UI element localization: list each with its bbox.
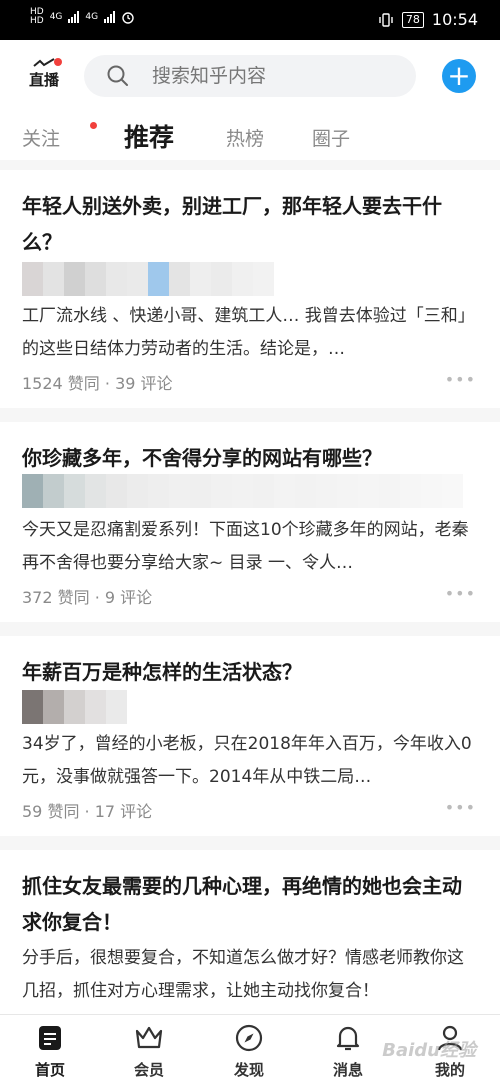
crown-icon <box>135 1026 163 1049</box>
app-header: 直播 + 关注 推荐 热榜 圈子 <box>0 40 500 160</box>
clock: 10:54 <box>431 10 478 29</box>
more-options-icon[interactable]: ••• <box>445 370 476 389</box>
live-tv-icon <box>33 58 55 67</box>
plus-icon: + <box>447 59 471 92</box>
nav-home-label: 首页 <box>34 1061 65 1079</box>
feed-card[interactable]: 你珍藏多年，不舍得分享的网站有哪些？ 今天又是忍痛割爱系列！下面这10个珍藏多年… <box>0 422 500 622</box>
live-notification-dot <box>54 58 62 66</box>
card-title[interactable]: 年轻人别送外卖，别进工厂，那年轻人要去干什么？ <box>22 188 480 260</box>
card-meta: 372 赞同 · 9 评论 <box>22 588 153 607</box>
tab-recommend[interactable]: 推荐 <box>124 118 174 154</box>
card-excerpt: 34岁了，曾经的小老板，只在2018年年入百万，今年收入0元，没事做就强答一下。… <box>22 734 472 787</box>
nav-home[interactable]: 首页 <box>20 1023 80 1080</box>
network-label-1: 4G <box>49 12 63 22</box>
card-meta: 1524 赞同 · 39 评论 <box>22 374 173 393</box>
vibrate-icon <box>379 12 393 27</box>
tab-hot-list[interactable]: 热榜 <box>226 124 264 151</box>
add-button[interactable]: + <box>442 59 476 93</box>
card-title[interactable]: 抓住女友最需要的几种心理，再绝情的她也会主动求你复合！ <box>22 868 480 940</box>
feed-tabs: 关注 推荐 热榜 圈子 <box>0 118 500 158</box>
search-bar[interactable] <box>84 55 416 97</box>
nav-discover-label: 发现 <box>233 1061 264 1079</box>
card-title[interactable]: 你珍藏多年，不舍得分享的网站有哪些？ <box>22 440 480 476</box>
tab-circles[interactable]: 圈子 <box>312 124 350 151</box>
live-button[interactable]: 直播 <box>24 58 64 98</box>
nav-vip[interactable]: 会员 <box>119 1023 179 1080</box>
network-label-2: 4G <box>85 12 99 22</box>
card-excerpt: 工厂流水线 、快递小哥、建筑工人… 我曾去体验过「三和」的这些日结体力劳动者的生… <box>22 306 475 359</box>
status-bar: HD HD 4G 4G 78 10:54 <box>0 0 500 40</box>
nav-messages[interactable]: 消息 <box>318 1023 378 1080</box>
author-info-blurred <box>22 474 463 508</box>
card-title[interactable]: 年薪百万是种怎样的生活状态？ <box>22 654 480 690</box>
bell-icon <box>336 1026 360 1051</box>
home-icon <box>39 1026 61 1050</box>
status-network-group: HD HD 4G 4G <box>30 8 135 26</box>
search-icon <box>107 65 128 86</box>
card-meta: 59 赞同 · 17 评论 <box>22 802 153 821</box>
watermark: Baidu经验 <box>382 1040 476 1061</box>
tab-follow-dot <box>90 122 97 129</box>
alarm-icon <box>122 12 134 24</box>
feed-card[interactable]: 年轻人别送外卖，别进工厂，那年轻人要去干什么？ 工厂流水线 、快递小哥、建筑工人… <box>0 170 500 408</box>
compass-icon <box>235 1024 263 1052</box>
card-excerpt: 分手后，很想要复合，不知道怎么做才好？情感老师教你这几招，抓住对方心理需求，让她… <box>22 948 464 1001</box>
battery-indicator: 78 <box>401 11 424 28</box>
signal-icon-2 <box>104 11 116 23</box>
more-options-icon[interactable]: ••• <box>445 798 476 817</box>
live-label: 直播 <box>28 71 59 89</box>
hd-badge-2: HD <box>30 16 44 26</box>
search-input[interactable] <box>152 65 392 87</box>
tab-follow[interactable]: 关注 <box>22 124 60 151</box>
card-excerpt: 今天又是忍痛割爱系列！下面这10个珍藏多年的网站，老秦再不舍得也要分享给大家~ … <box>22 520 469 573</box>
nav-vip-label: 会员 <box>133 1061 164 1079</box>
signal-icon-1 <box>68 11 80 23</box>
nav-profile-label: 我的 <box>434 1061 465 1079</box>
nav-messages-label: 消息 <box>332 1061 363 1079</box>
status-right-group: 78 10:54 <box>378 10 478 29</box>
author-info-blurred <box>22 262 274 296</box>
feed-card[interactable]: 抓住女友最需要的几种心理，再绝情的她也会主动求你复合！ 分手后，很想要复合，不知… <box>0 850 500 1014</box>
more-options-icon[interactable]: ••• <box>445 584 476 603</box>
feed-card[interactable]: 年薪百万是种怎样的生活状态？ 34岁了，曾经的小老板，只在2018年年入百万，今… <box>0 636 500 836</box>
author-info-blurred <box>22 690 127 724</box>
nav-discover[interactable]: 发现 <box>219 1023 279 1080</box>
